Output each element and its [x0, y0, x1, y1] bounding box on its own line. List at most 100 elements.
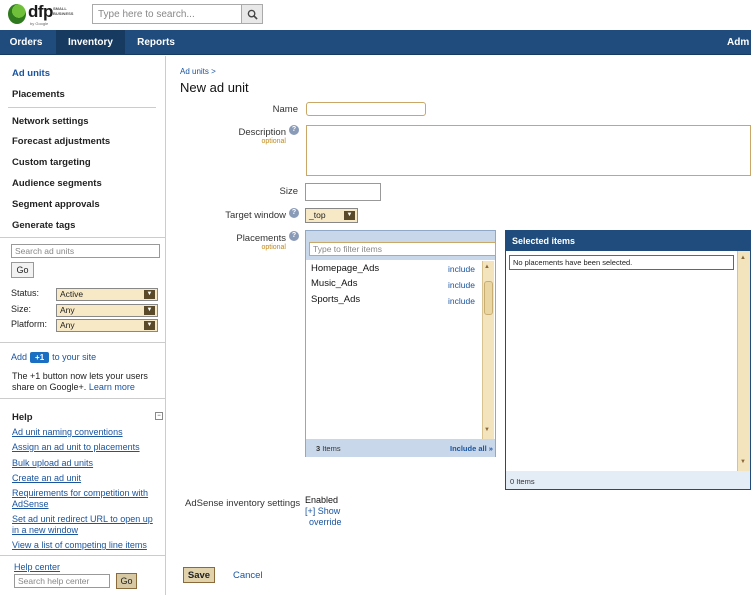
scroll-down-icon[interactable]: ▼	[484, 427, 490, 433]
ad-unit-search-input[interactable]: Search ad units	[11, 244, 160, 258]
sidebar-item-network-settings[interactable]: Network settings	[12, 116, 89, 127]
sidebar-divider	[0, 555, 166, 556]
plus-add-text: Add	[11, 352, 28, 362]
tab-orders[interactable]: Orders	[0, 30, 52, 55]
tab-inventory[interactable]: Inventory	[56, 30, 125, 55]
placements-count: 3 Items	[316, 444, 341, 453]
placements-count-number: 3	[316, 444, 321, 453]
sidebar-item-segment-approvals[interactable]: Segment approvals	[12, 199, 100, 210]
breadcrumb[interactable]: Ad units >	[180, 67, 216, 76]
main-nav: Orders Inventory Reports Adm	[0, 30, 751, 55]
cancel-link[interactable]: Cancel	[233, 570, 263, 581]
name-label: Name	[272, 104, 298, 115]
global-search-input[interactable]: Type here to search...	[92, 4, 242, 24]
help-icon[interactable]: ?	[289, 125, 299, 135]
selected-items-title: Selected items	[506, 231, 750, 251]
placements-filter-input[interactable]: Type to filter items	[309, 242, 496, 256]
scroll-up-icon[interactable]: ▲	[740, 255, 746, 261]
include-all-link[interactable]: Include all »	[450, 444, 493, 453]
sidebar-divider	[0, 398, 166, 399]
help-icon[interactable]: ?	[289, 208, 299, 218]
name-input[interactable]	[306, 102, 426, 116]
scroll-up-icon[interactable]: ▲	[484, 264, 490, 270]
tab-reports[interactable]: Reports	[131, 30, 181, 55]
help-link-assign[interactable]: Assign an ad unit to placements	[12, 442, 162, 453]
target-window-select[interactable]: _top ▼	[305, 208, 358, 223]
description-textarea[interactable]	[306, 125, 751, 176]
placements-label: Placements	[236, 233, 286, 244]
sidebar-item-audience-segments[interactable]: Audience segments	[12, 178, 102, 189]
target-window-value: _top	[309, 210, 326, 220]
sidebar-item-placements[interactable]: Placements	[12, 89, 65, 100]
adsense-override-link[interactable]: override	[309, 517, 342, 527]
include-homepage-ads-link[interactable]: include	[448, 264, 475, 274]
target-window-label: Target window	[225, 210, 286, 221]
ad-unit-search-go-button[interactable]: Go	[11, 262, 34, 278]
sidebar-item-custom-targeting[interactable]: Custom targeting	[12, 157, 91, 168]
status-select[interactable]: Active ▼	[56, 288, 158, 301]
help-search-go-button[interactable]: Go	[116, 573, 137, 589]
help-link-bulk-upload[interactable]: Bulk upload ad units	[12, 458, 162, 469]
help-heading: Help	[12, 412, 33, 423]
status-value: Active	[60, 289, 84, 299]
help-link-competing-line-items[interactable]: View a list of competing line items	[12, 540, 162, 551]
chevron-down-icon: ▼	[344, 211, 355, 220]
plus-one-icon: +1	[30, 352, 50, 363]
sidebar-item-generate-tags[interactable]: Generate tags	[12, 220, 75, 231]
size-label: Size:	[11, 304, 32, 314]
search-button[interactable]	[241, 4, 263, 24]
help-icon[interactable]: ?	[289, 231, 299, 241]
selected-items-empty-message: No placements have been selected.	[509, 255, 734, 270]
sidebar: Ad units Placements Network settings For…	[0, 56, 166, 595]
size-input[interactable]	[305, 183, 381, 201]
selected-scrollbar[interactable]	[737, 251, 750, 471]
sidebar-divider	[8, 107, 156, 108]
description-label: Description	[238, 127, 286, 138]
adsense-show-override-link[interactable]: [+] Show	[305, 506, 340, 516]
logo-small-business: SMALL BUSINESS	[53, 6, 74, 16]
platform-value: Any	[60, 320, 75, 330]
include-sports-ads-link[interactable]: include	[448, 296, 475, 306]
selected-items-panel: Selected items No placements have been s…	[505, 230, 751, 490]
help-center-link[interactable]: Help center	[14, 562, 60, 572]
placements-scroll-thumb[interactable]	[484, 281, 493, 315]
chevron-down-icon: ▼	[144, 306, 155, 315]
sidebar-divider	[0, 342, 166, 343]
top-bar: dfp SMALL BUSINESS by Google Type here t…	[0, 0, 751, 30]
plus-one-description: The +1 button now lets your users share …	[12, 371, 162, 393]
help-link-create[interactable]: Create an ad unit	[12, 473, 162, 484]
selected-items-count: 0 Items	[510, 477, 535, 486]
page-title: New ad unit	[180, 80, 249, 95]
collapse-icon[interactable]: −	[155, 412, 163, 420]
description-optional: optional	[261, 138, 286, 145]
platform-label: Platform:	[11, 319, 48, 329]
placements-count-word: Items	[322, 444, 341, 453]
platform-select[interactable]: Any ▼	[56, 319, 158, 332]
placements-list-panel: Type to filter items Homepage_Ads includ…	[305, 230, 496, 457]
placements-optional: optional	[261, 244, 286, 251]
size-select[interactable]: Any ▼	[56, 304, 158, 317]
help-link-adsense-competition[interactable]: Requirements for competition with AdSens…	[12, 488, 162, 510]
list-item-music-ads: Music_Ads	[311, 278, 358, 289]
include-music-ads-link[interactable]: include	[448, 280, 475, 290]
scroll-down-icon[interactable]: ▼	[740, 459, 746, 465]
sidebar-item-ad-units[interactable]: Ad units	[12, 68, 50, 79]
size-field-label: Size	[279, 186, 298, 197]
logo-by-google: by Google	[30, 21, 49, 26]
tab-admin[interactable]: Adm	[727, 30, 751, 55]
size-value: Any	[60, 305, 75, 315]
save-button[interactable]: Save	[183, 567, 215, 583]
help-search-input[interactable]: Search help center	[14, 574, 110, 588]
plus-to-site-text: to your site	[52, 352, 97, 362]
chevron-down-icon: ▼	[144, 290, 155, 299]
help-link-redirect-url[interactable]: Set ad unit redirect URL to open up in a…	[12, 514, 162, 536]
plus-one-promo[interactable]: Add +1 to your site	[11, 352, 96, 363]
status-label: Status:	[11, 288, 40, 298]
list-item-sports-ads: Sports_Ads	[311, 294, 361, 305]
list-item-homepage-ads: Homepage_Ads	[311, 263, 380, 274]
help-link-naming[interactable]: Ad unit naming conventions	[12, 427, 162, 438]
learn-more-link[interactable]: Learn more	[89, 382, 135, 392]
search-icon	[247, 9, 258, 20]
chevron-down-icon: ▼	[144, 321, 155, 330]
sidebar-item-forecast-adjustments[interactable]: Forecast adjustments	[12, 136, 110, 147]
